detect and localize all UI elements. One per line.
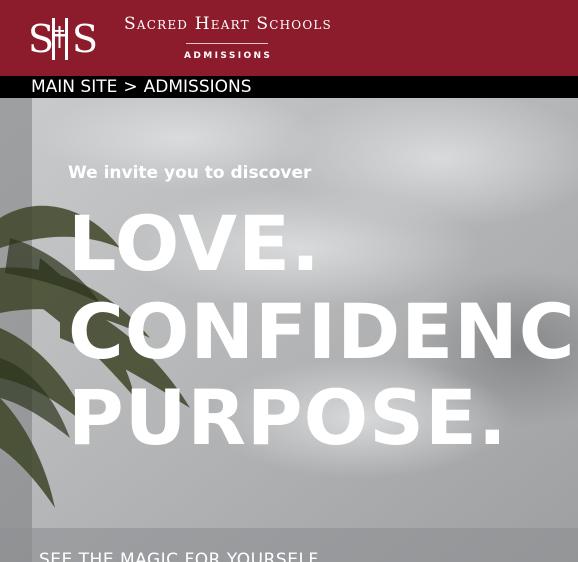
breadcrumb-bar: MAIN SITE > ADMISSIONS: [0, 76, 578, 98]
svg-text:S: S: [28, 17, 54, 61]
breadcrumb-separator: >: [123, 77, 138, 97]
breadcrumb-admissions-link[interactable]: ADMISSIONS: [144, 77, 252, 97]
hero-banner: We invite you to discover LOVE. CONFIDEN…: [0, 98, 578, 562]
hero-headline-confidence: CONFIDENCE.: [68, 287, 578, 376]
see-the-magic-link[interactable]: SEE THE MAGIC FOR YOURSELF: [39, 550, 319, 562]
department-name: ADMISSIONS: [184, 51, 273, 61]
breadcrumb-main-site-link[interactable]: MAIN SITE: [31, 77, 117, 97]
shs-monogram-icon: S S: [28, 17, 98, 61]
hero-kicker: We invite you to discover: [68, 163, 312, 183]
school-logo[interactable]: S S: [28, 12, 104, 64]
hero-headline-purpose: PURPOSE.: [68, 373, 508, 462]
svg-text:S: S: [72, 17, 98, 61]
hero-headline-love: LOVE.: [68, 199, 321, 288]
breadcrumb: MAIN SITE > ADMISSIONS: [31, 77, 252, 97]
school-name[interactable]: Sacred Heart Schools: [124, 14, 332, 34]
divider: [186, 43, 268, 44]
site-header: S S Sacred Heart Schools ADMISSIONS: [0, 0, 578, 76]
